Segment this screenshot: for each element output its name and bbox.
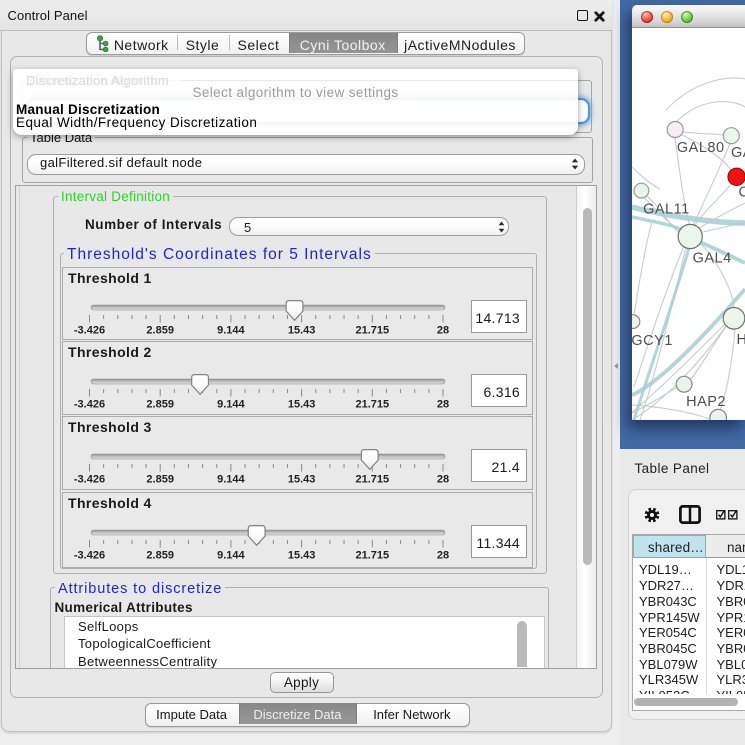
- svg-text:-3.426: -3.426: [74, 474, 105, 486]
- svg-text:28: 28: [437, 474, 449, 486]
- svg-text:9.144: 9.144: [217, 399, 245, 411]
- svg-text:9.144: 9.144: [217, 550, 245, 562]
- svg-text:GCY1: GCY1: [632, 333, 673, 349]
- svg-text:GAL80: GAL80: [677, 140, 725, 156]
- svg-text:21.715: 21.715: [355, 399, 389, 411]
- svg-text:28: 28: [437, 325, 449, 337]
- svg-text:2.859: 2.859: [146, 550, 174, 562]
- svg-text:GAL4: GAL4: [693, 250, 732, 266]
- svg-text:28: 28: [437, 399, 449, 411]
- svg-text:GA: GA: [731, 145, 745, 161]
- svg-text:15.43: 15.43: [288, 474, 316, 486]
- svg-text:-3.426: -3.426: [74, 325, 105, 337]
- svg-text:GAL11: GAL11: [643, 202, 690, 218]
- svg-text:HAP2: HAP2: [686, 394, 726, 410]
- svg-text:9.144: 9.144: [217, 325, 245, 337]
- svg-text:-3.426: -3.426: [74, 550, 105, 562]
- svg-text:15.43: 15.43: [288, 399, 316, 411]
- svg-text:15.43: 15.43: [288, 325, 316, 337]
- svg-text:-3.426: -3.426: [74, 399, 105, 411]
- svg-text:15.43: 15.43: [288, 550, 316, 562]
- svg-text:H: H: [737, 332, 745, 348]
- svg-text:21.715: 21.715: [355, 325, 389, 337]
- svg-text:2.859: 2.859: [146, 474, 174, 486]
- svg-text:9.144: 9.144: [217, 474, 245, 486]
- svg-text:C: C: [739, 185, 745, 201]
- svg-text:21.715: 21.715: [355, 550, 389, 562]
- svg-text:21.715: 21.715: [355, 474, 389, 486]
- svg-text:2.859: 2.859: [146, 325, 174, 337]
- svg-text:28: 28: [437, 550, 449, 562]
- svg-text:2.859: 2.859: [146, 399, 174, 411]
